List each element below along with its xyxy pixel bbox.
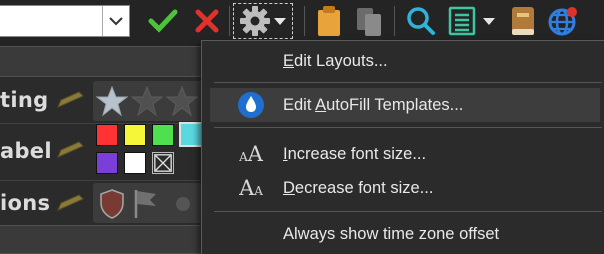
- toolbar-separator: [304, 6, 305, 36]
- menu-item-text: dit Layouts...: [294, 52, 388, 70]
- color-swatch-red[interactable]: [96, 124, 118, 146]
- pencil-icon[interactable]: [55, 193, 85, 213]
- color-swatch-purple[interactable]: [96, 152, 118, 174]
- list-view-button[interactable]: [444, 4, 500, 38]
- icon-glyph-small: A: [239, 150, 248, 164]
- mnemonic-letter: E: [283, 52, 295, 70]
- accept-button[interactable]: [146, 4, 180, 38]
- rating-stars[interactable]: [93, 81, 203, 121]
- close-icon: [195, 9, 219, 33]
- cancel-button[interactable]: [190, 4, 224, 38]
- icon-picker: [93, 183, 203, 223]
- copy-button[interactable]: [352, 4, 386, 38]
- shield-icon[interactable]: [99, 189, 125, 219]
- checkmark-icon: [148, 9, 178, 33]
- menu-item-increase-font-size[interactable]: AA Increase font size...: [210, 137, 600, 171]
- paste-button[interactable]: [314, 4, 344, 38]
- gear-icon: [240, 6, 270, 36]
- star-icon[interactable]: [131, 85, 163, 117]
- color-picker: [93, 122, 203, 178]
- dropdown-arrow-icon: [483, 18, 495, 25]
- chevron-down-icon: [109, 17, 123, 26]
- settings-menu-button[interactable]: [233, 3, 293, 39]
- menu-item-decrease-font-size[interactable]: AA Decrease font size...: [210, 171, 600, 205]
- color-swatch-yellow[interactable]: [124, 124, 146, 146]
- field-label: ions: [0, 191, 51, 215]
- mnemonic-letter: D: [283, 179, 295, 197]
- water-drop-icon: [234, 92, 268, 118]
- copy-icon: [357, 8, 381, 36]
- menu-item-edit-autofill-templates[interactable]: Edit AutoFill Templates...: [210, 88, 600, 122]
- icon-glyph-small: A: [254, 184, 263, 198]
- menu-item-label: Decrease font size...: [283, 179, 433, 198]
- menu-item-label: Always show time zone offset: [283, 225, 500, 243]
- menu-item-label: Edit AutoFill Templates...: [283, 96, 463, 115]
- menu-item-text: Edit: [283, 96, 316, 114]
- layout-combobox[interactable]: [0, 5, 130, 37]
- pencil-icon[interactable]: [55, 140, 85, 160]
- color-swatch-green[interactable]: [152, 124, 174, 146]
- panel-header: [0, 46, 210, 77]
- field-label: ting: [0, 88, 49, 112]
- star-icon[interactable]: [96, 85, 128, 117]
- menu-item-text: utoFill Templates...: [326, 96, 464, 114]
- icon-glyph-big: A: [239, 176, 255, 200]
- menu-item-text: ecrease font size...: [294, 179, 434, 197]
- menu-item-label: Increase font size...: [283, 145, 426, 164]
- book-button[interactable]: [506, 4, 540, 38]
- menu-item-always-show-time-zone-offset[interactable]: Always show time zone offset: [210, 217, 600, 251]
- field-label: abel: [0, 139, 52, 163]
- increase-font-icon: AA: [234, 141, 268, 167]
- toolbar-separator: [229, 6, 230, 36]
- settings-context-menu: Edit Layouts... Edit AutoFill Templates.…: [201, 40, 604, 254]
- star-icon[interactable]: [166, 85, 198, 117]
- circle-icon[interactable]: [175, 196, 191, 212]
- list-icon: [448, 6, 476, 36]
- field-row-label: abel: [0, 122, 210, 180]
- color-swatch-cyan[interactable]: [179, 122, 203, 147]
- menu-separator: [214, 82, 602, 83]
- field-row-icons: ions: [0, 181, 210, 225]
- panel-footer: [0, 225, 210, 254]
- mnemonic-letter: A: [315, 96, 327, 114]
- toolbar-separator: [394, 6, 395, 36]
- menu-item-label: Edit Layouts...: [283, 52, 388, 71]
- clipboard-icon: [318, 6, 340, 36]
- flag-icon[interactable]: [133, 188, 159, 220]
- search-icon: [407, 7, 435, 35]
- dropdown-arrow-icon: [274, 18, 286, 25]
- pencil-icon[interactable]: [55, 90, 85, 110]
- field-row-rating: ting: [0, 77, 210, 123]
- color-swatch-white[interactable]: [124, 152, 146, 174]
- menu-item-edit-layouts[interactable]: Edit Layouts...: [210, 44, 600, 78]
- icon-glyph-big: A: [247, 142, 263, 166]
- decrease-font-icon: AA: [234, 175, 268, 201]
- globe-icon: [548, 7, 577, 36]
- menu-separator: [214, 211, 602, 212]
- menu-separator: [214, 127, 602, 128]
- combo-dropdown-button[interactable]: [102, 6, 129, 36]
- search-button[interactable]: [404, 4, 438, 38]
- book-icon: [512, 7, 534, 35]
- no-color-icon[interactable]: [152, 152, 174, 174]
- menu-item-text: ncrease font size...: [287, 145, 427, 163]
- web-button[interactable]: [545, 4, 581, 38]
